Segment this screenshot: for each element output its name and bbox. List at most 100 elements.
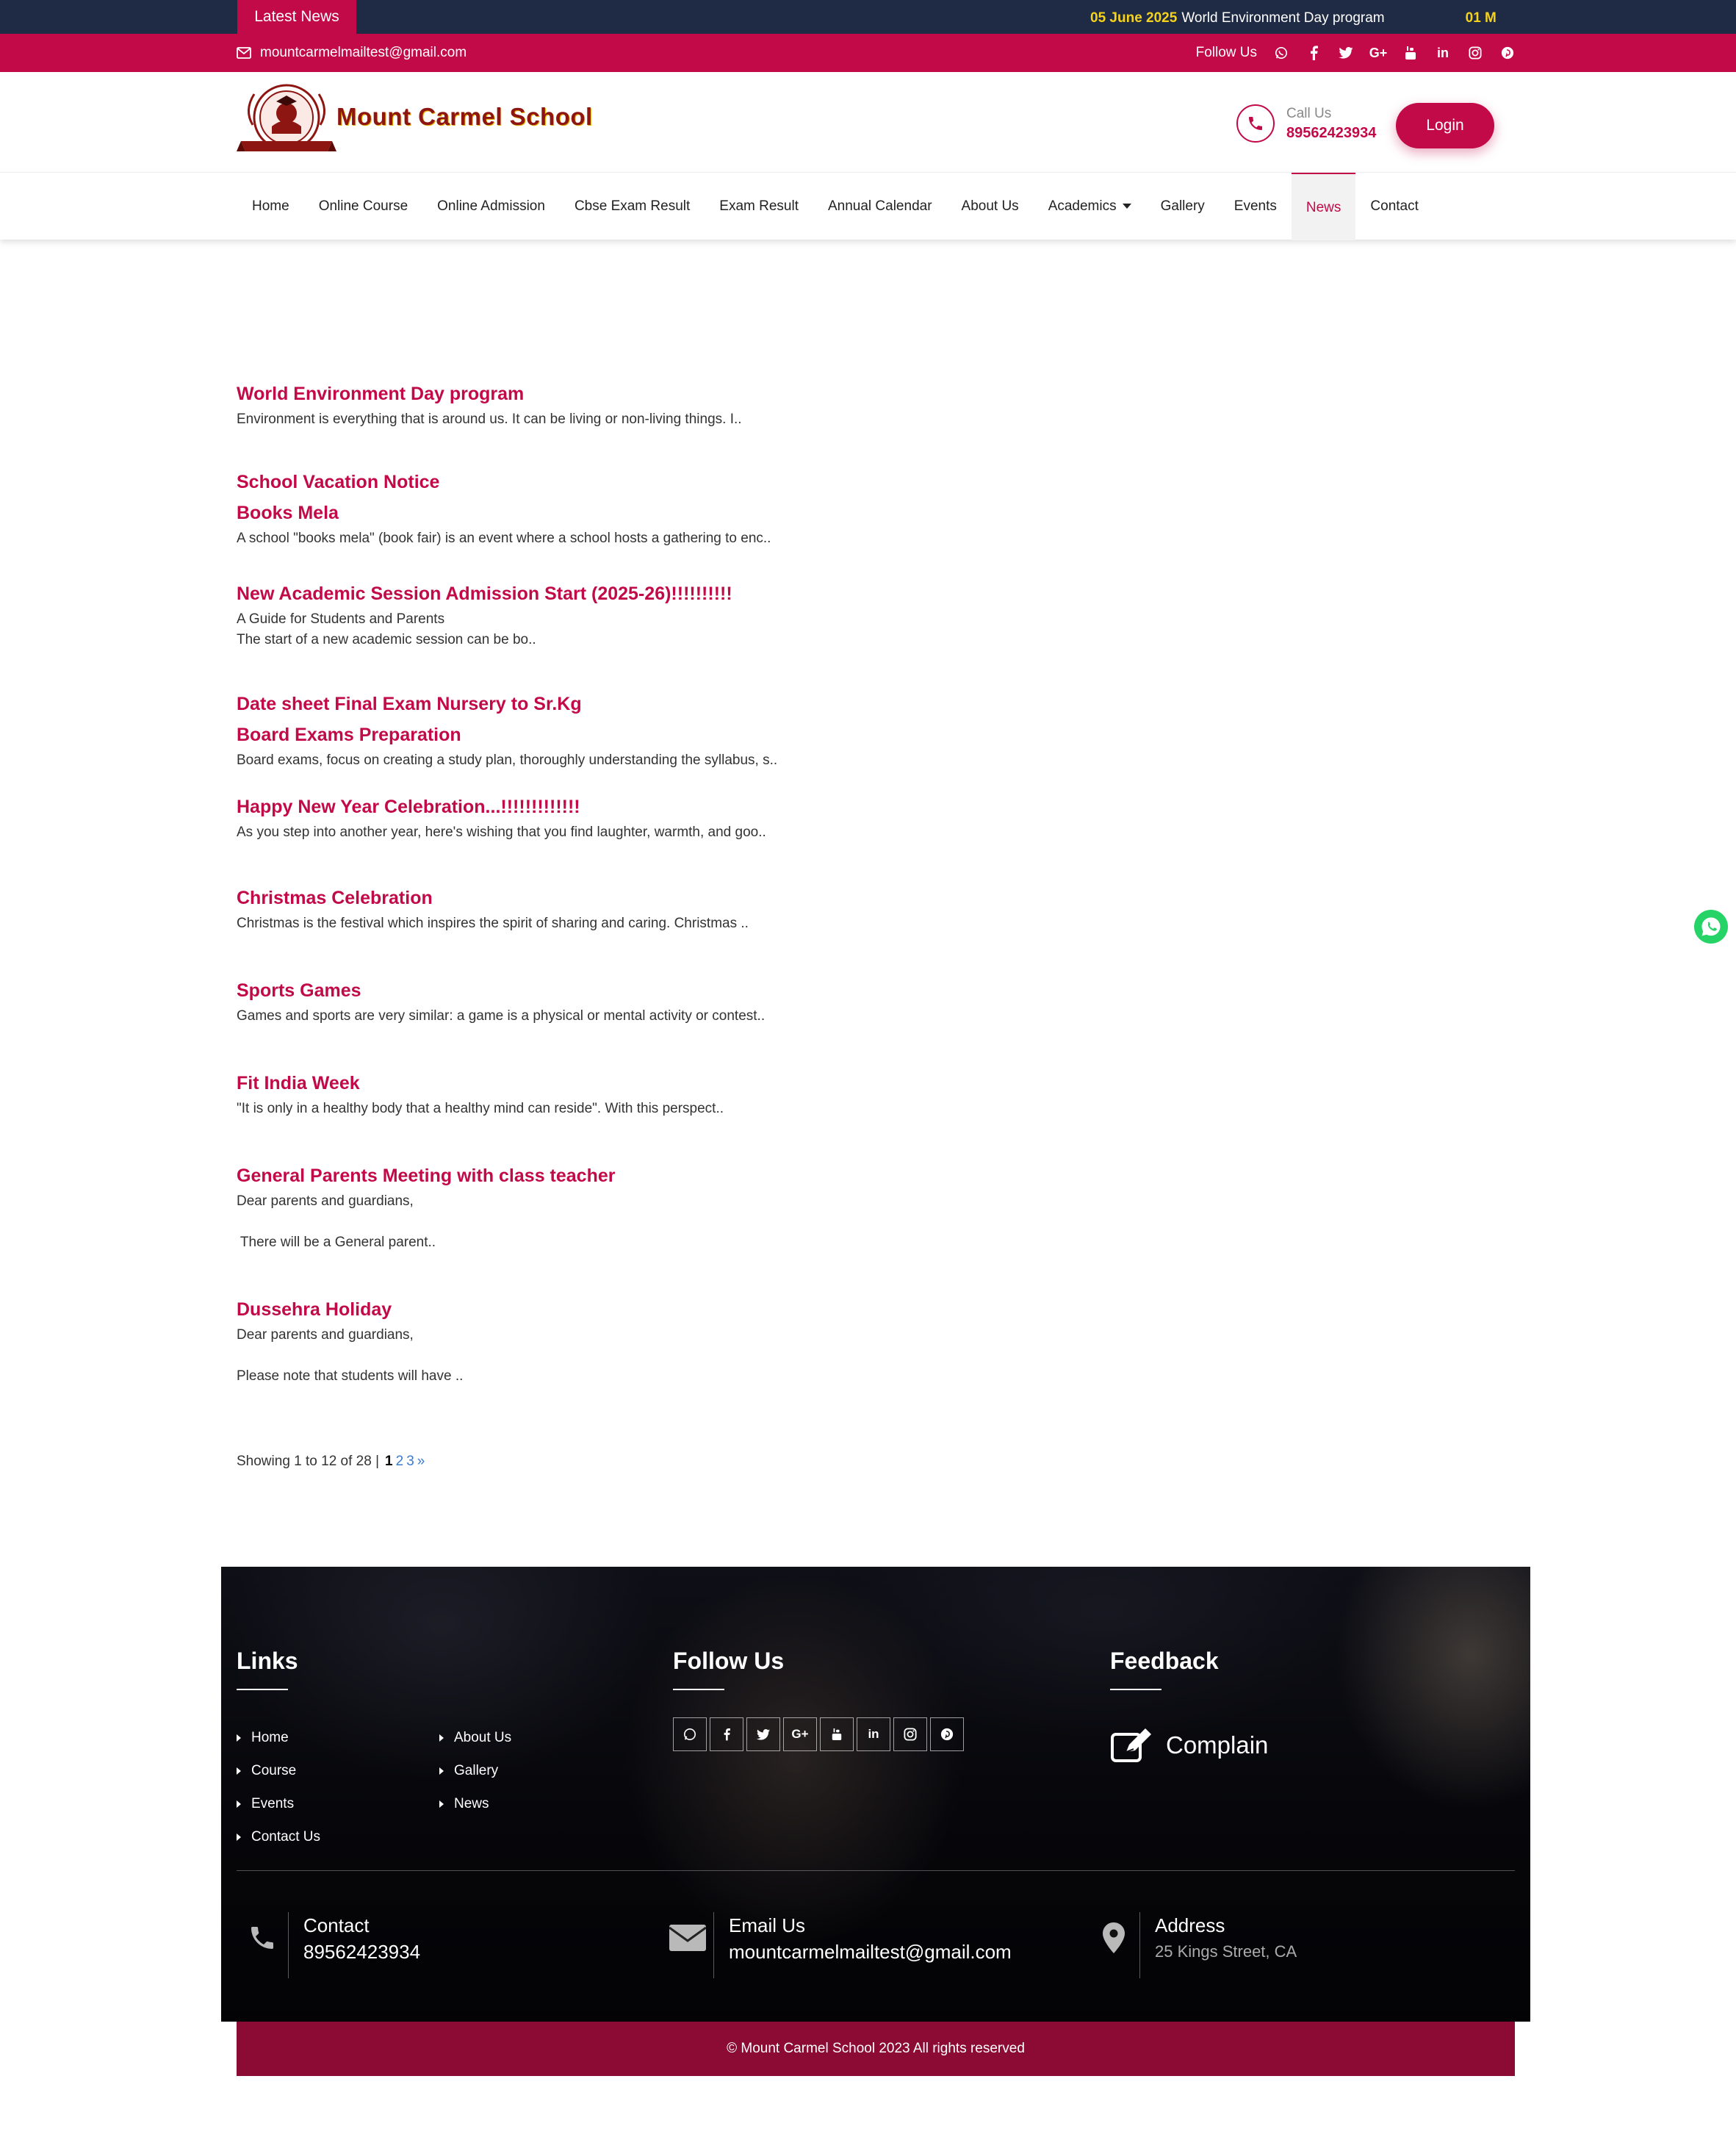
footer-heading-divider xyxy=(673,1689,724,1690)
news-title[interactable]: Christmas Celebration xyxy=(237,883,1118,913)
news-title[interactable]: World Environment Day program xyxy=(237,378,1118,409)
nav-item-about-us[interactable]: About Us xyxy=(947,173,1034,240)
nav-item-online-course[interactable]: Online Course xyxy=(304,173,422,240)
nav-item-contact[interactable]: Contact xyxy=(1355,173,1433,240)
instagram-icon[interactable] xyxy=(893,1717,927,1751)
instagram-icon[interactable] xyxy=(1467,45,1483,61)
phone-icon xyxy=(1236,104,1275,143)
nav-item-exam-result[interactable]: Exam Result xyxy=(705,173,813,240)
call-us-block[interactable]: Call Us 89562423934 xyxy=(1236,104,1376,143)
whatsapp-icon xyxy=(1701,917,1721,936)
footer-link-events[interactable]: Events xyxy=(237,1787,320,1820)
call-us-label: Call Us xyxy=(1286,105,1332,121)
contact-bar: mountcarmelmailtest@gmail.com Follow Us … xyxy=(0,34,1736,72)
complain-label: Complain xyxy=(1166,1731,1269,1759)
map-marker-icon xyxy=(1088,1912,1139,1964)
pinterest-icon[interactable] xyxy=(1499,45,1516,61)
page-link-2[interactable]: 2 xyxy=(396,1454,404,1469)
news-title[interactable]: Happy New Year Celebration...!!!!!!!!!!!… xyxy=(237,791,1118,822)
envelope-icon xyxy=(237,47,251,59)
footer-email-address[interactable]: mountcarmelmailtest@gmail.com xyxy=(729,1939,1012,1965)
news-item: School Vacation Notice xyxy=(237,467,1118,498)
facebook-icon[interactable] xyxy=(1305,45,1322,61)
youtube-icon[interactable] xyxy=(820,1717,854,1751)
footer-link-about-us[interactable]: About Us xyxy=(439,1721,511,1754)
news-excerpt: There will be a General parent.. xyxy=(237,1235,436,1250)
nav-item-events[interactable]: Events xyxy=(1220,173,1292,240)
footer-contact: Contact 89562423934 xyxy=(237,1912,420,1978)
nav-item-news[interactable]: News xyxy=(1291,173,1356,240)
footer-link-label: About Us xyxy=(454,1730,512,1745)
footer-link-contact-us[interactable]: Contact Us xyxy=(237,1820,320,1853)
whatsapp-icon[interactable] xyxy=(1273,45,1289,61)
twitter-icon[interactable] xyxy=(1338,45,1354,61)
linkedin-icon[interactable]: in xyxy=(857,1717,890,1751)
footer-link-gallery[interactable]: Gallery xyxy=(439,1754,511,1787)
news-title[interactable]: Board Exams Preparation xyxy=(237,719,1118,750)
follow-us-label: Follow Us xyxy=(1195,45,1257,60)
whatsapp-icon[interactable] xyxy=(673,1717,707,1751)
footer-follow-heading: Follow Us xyxy=(673,1648,785,1674)
footer-link-news[interactable]: News xyxy=(439,1787,511,1820)
nav-item-academics[interactable]: Academics xyxy=(1034,173,1146,240)
footer-divider xyxy=(237,1870,1515,1871)
news-title[interactable]: Fit India Week xyxy=(237,1068,1118,1099)
footer-link-label: Events xyxy=(251,1796,295,1811)
news-title[interactable]: Books Mela xyxy=(237,498,1118,528)
news-title[interactable]: Date sheet Final Exam Nursery to Sr.Kg xyxy=(237,689,1118,719)
header-phone-number[interactable]: 89562423934 xyxy=(1286,125,1376,142)
nav-item-academics-label: Academics xyxy=(1048,198,1117,214)
footer-heading-divider xyxy=(237,1689,288,1690)
news-item: Board Exams Preparation Board exams, foc… xyxy=(237,719,1118,771)
latest-news-bar: Latest News 05 June 2025 World Environmen… xyxy=(0,0,1736,34)
pinterest-icon[interactable] xyxy=(930,1717,964,1751)
page-link-3[interactable]: 3 xyxy=(406,1454,414,1469)
news-title[interactable]: Dussehra Holiday xyxy=(237,1294,1118,1325)
youtube-icon[interactable] xyxy=(1402,45,1419,61)
complain-link[interactable]: Complain xyxy=(1110,1727,1268,1764)
news-item: Christmas Celebration Christmas is the f… xyxy=(237,883,1118,934)
google-plus-icon[interactable]: G+ xyxy=(783,1717,817,1751)
nav-item-annual-calendar[interactable]: Annual Calendar xyxy=(813,173,947,240)
school-logo[interactable] xyxy=(237,81,339,160)
nav-item-home[interactable]: Home xyxy=(237,173,304,240)
caret-right-icon xyxy=(237,1734,241,1742)
footer-link-course[interactable]: Course xyxy=(237,1754,320,1787)
news-title[interactable]: General Parents Meeting with class teach… xyxy=(237,1160,1118,1191)
pagination-summary: Showing 1 to 12 of 28 | xyxy=(237,1454,380,1469)
copyright-bar: © Mount Carmel School 2023 All rights re… xyxy=(237,2022,1515,2076)
footer-address-label: Address xyxy=(1155,1914,1225,1936)
header-email-text[interactable]: mountcarmelmailtest@gmail.com xyxy=(260,45,467,61)
footer-link-label: News xyxy=(454,1796,489,1811)
news-item: Happy New Year Celebration...!!!!!!!!!!!… xyxy=(237,791,1118,843)
page-next[interactable]: » xyxy=(417,1454,425,1469)
footer-address-text: 25 Kings Street, CA xyxy=(1155,1942,1297,1961)
footer-link-home[interactable]: Home xyxy=(237,1721,320,1754)
header-email[interactable]: mountcarmelmailtest@gmail.com xyxy=(237,34,467,72)
footer-contact-phone[interactable]: 89562423934 xyxy=(303,1939,420,1965)
linkedin-icon[interactable]: in xyxy=(1435,45,1451,61)
news-title[interactable]: New Academic Session Admission Start (20… xyxy=(237,578,1118,609)
login-button[interactable]: Login xyxy=(1396,103,1494,148)
news-excerpt: Games and sports are very similar: a gam… xyxy=(237,1008,766,1024)
ticker-date-2: 01 M xyxy=(1465,10,1497,26)
news-title[interactable]: School Vacation Notice xyxy=(237,467,1118,498)
news-item: Date sheet Final Exam Nursery to Sr.Kg xyxy=(237,689,1118,719)
nav-item-gallery[interactable]: Gallery xyxy=(1146,173,1220,240)
news-title[interactable]: Sports Games xyxy=(237,975,1118,1006)
site-footer: Links Home Course Events Contact Us Abou… xyxy=(221,1567,1530,2022)
whatsapp-float-button[interactable] xyxy=(1694,910,1728,944)
nav-item-online-admission[interactable]: Online Admission xyxy=(422,173,560,240)
nav-item-cbse-exam-result[interactable]: Cbse Exam Result xyxy=(560,173,705,240)
twitter-icon[interactable] xyxy=(746,1717,780,1751)
news-item: General Parents Meeting with class teach… xyxy=(237,1160,1118,1253)
footer-email-label: Email Us xyxy=(729,1914,806,1936)
footer-heading-divider xyxy=(1110,1689,1161,1690)
ticker-text[interactable]: World Environment Day program xyxy=(1181,10,1384,26)
news-ticker[interactable]: 05 June 2025 World Environment Day progra… xyxy=(1090,0,1516,34)
google-plus-icon[interactable]: G+ xyxy=(1369,45,1388,61)
school-name[interactable]: Mount Carmel School xyxy=(336,103,593,131)
news-excerpt: Please note that students will have .. xyxy=(237,1368,464,1384)
footer-link-label: Gallery xyxy=(454,1763,499,1778)
facebook-icon[interactable] xyxy=(710,1717,743,1751)
